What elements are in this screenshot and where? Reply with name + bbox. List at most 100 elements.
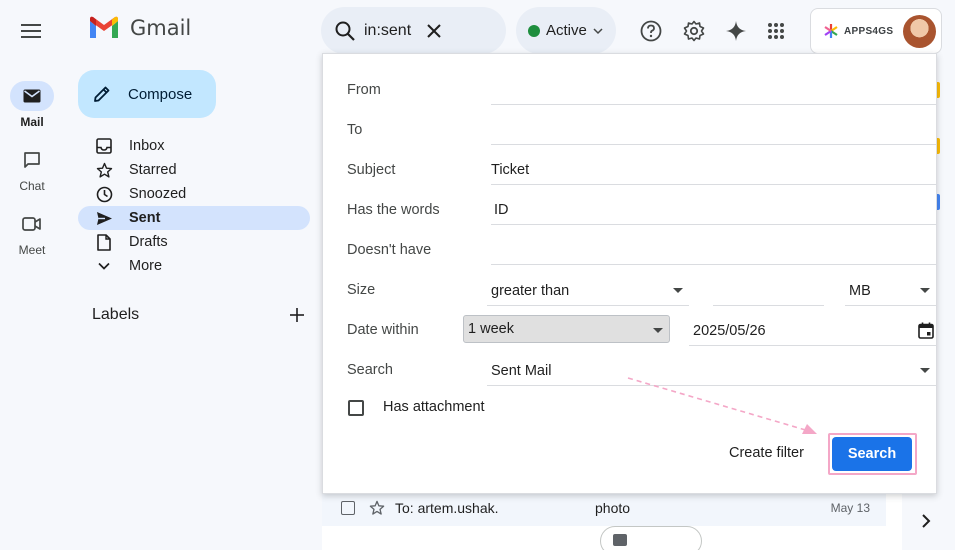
search-input[interactable]: in:sent — [364, 22, 414, 40]
account-switcher[interactable]: APPS4GS — [810, 8, 942, 54]
date-within-value: 1 week — [468, 321, 514, 337]
gmail-m-icon — [90, 16, 118, 38]
chevron-down-icon — [593, 27, 603, 34]
sidebar-item-label: Starred — [129, 162, 177, 178]
subject-field[interactable]: Subject Ticket — [347, 156, 936, 186]
has-attachment-label: Has attachment — [383, 399, 485, 415]
from-label: From — [347, 82, 381, 98]
search-in-field: Search Sent Mail — [347, 356, 936, 386]
status-dot — [528, 24, 540, 37]
to-field[interactable]: To — [347, 116, 936, 146]
rail-item-chat[interactable]: Chat — [0, 145, 64, 193]
size-unit-value: MB — [849, 282, 871, 299]
calendar-icon[interactable] — [918, 322, 934, 339]
size-label: Size — [347, 282, 376, 298]
doesnt-have-label: Doesn't have — [347, 242, 432, 258]
search-bar[interactable]: in:sent — [321, 7, 506, 54]
add-label-icon[interactable] — [290, 308, 304, 322]
to-underline — [491, 144, 936, 145]
chevron-down-icon — [94, 256, 114, 276]
table-row[interactable]: To: artem.ushak. photo May 13 — [322, 490, 886, 526]
rail-label: Chat — [19, 179, 45, 193]
avatar[interactable] — [903, 15, 936, 48]
org-brand: APPS4GS — [823, 23, 893, 39]
chat-icon — [24, 152, 40, 168]
subject-label: Subject — [347, 162, 396, 178]
send-icon — [94, 208, 114, 228]
dropdown-caret-icon — [920, 368, 930, 373]
labels-section: Labels — [92, 306, 304, 324]
mail-icon — [23, 89, 41, 103]
search-icon[interactable] — [334, 20, 356, 42]
chevron-right-icon[interactable] — [921, 514, 931, 528]
rail-label: Meet — [18, 243, 46, 257]
hamburger-icon — [21, 24, 41, 38]
support-button[interactable] — [634, 14, 668, 48]
dropdown-caret-icon — [920, 288, 930, 293]
rail-meet-pill — [10, 209, 54, 239]
sidebar-item-label: More — [129, 258, 163, 274]
settings-button[interactable] — [677, 14, 711, 48]
draft-icon — [94, 232, 114, 252]
pencil-icon — [94, 86, 110, 102]
status-label: Active — [546, 22, 587, 39]
clock-icon — [94, 184, 114, 204]
dropdown-caret-icon — [653, 328, 663, 333]
row-date: May 13 — [830, 501, 870, 515]
doesnt-have-underline — [491, 264, 936, 265]
has-attachment-checkbox[interactable] — [348, 400, 364, 416]
rail-chat-pill — [10, 145, 54, 175]
compose-button[interactable]: Compose — [78, 70, 216, 118]
rail-item-mail[interactable]: Mail — [0, 81, 64, 129]
create-filter-button[interactable]: Create filter — [729, 445, 804, 461]
date-within-select[interactable]: 1 week — [463, 315, 670, 343]
status-selector[interactable]: Active — [516, 7, 616, 54]
compose-label: Compose — [128, 85, 193, 103]
close-icon[interactable] — [426, 23, 442, 39]
apps-button[interactable] — [759, 14, 793, 48]
date-value: 2025/05/26 — [693, 322, 766, 339]
sidebar-item-label: Sent — [129, 210, 161, 226]
gmail-logo[interactable]: Gmail — [88, 16, 191, 40]
date-within-label: Date within — [347, 322, 419, 338]
has-words-label: Has the words — [347, 202, 440, 218]
has-words-field[interactable]: Has the words ID — [347, 196, 936, 226]
sidebar-item-inbox[interactable]: Inbox — [78, 134, 310, 158]
search-in-value: Sent Mail — [491, 362, 552, 379]
date-input[interactable]: 2025/05/26 — [689, 316, 936, 346]
doesnt-have-field[interactable]: Doesn't have — [347, 236, 936, 266]
sidebar-nav: Inbox Starred Snoozed Sent Drafts More — [78, 134, 310, 278]
sidebar-item-sent[interactable]: Sent — [78, 206, 310, 230]
size-value-input[interactable] — [713, 276, 824, 306]
gear-icon — [683, 20, 705, 42]
search-in-select[interactable]: Sent Mail — [487, 356, 936, 386]
row-sender: To: artem.ushak. — [395, 500, 499, 516]
help-icon — [640, 20, 662, 42]
rail-item-meet[interactable]: Meet — [0, 209, 64, 257]
main-menu-button[interactable] — [14, 14, 48, 48]
attachment-chip[interactable] — [600, 526, 702, 550]
sparkle-icon — [726, 21, 746, 41]
subject-input[interactable]: Ticket — [491, 162, 529, 178]
sidebar-item-starred[interactable]: Starred — [78, 158, 310, 182]
sidebar-item-drafts[interactable]: Drafts — [78, 230, 310, 254]
gemini-button[interactable] — [719, 14, 753, 48]
size-unit-select[interactable]: MB — [845, 276, 936, 306]
size-operator-select[interactable]: greater than — [487, 276, 689, 306]
advanced-search-panel: From To Subject Ticket Has the words ID … — [322, 53, 937, 494]
has-words-underline — [491, 224, 936, 225]
has-words-input[interactable]: ID — [494, 202, 509, 218]
app-rail: Mail Chat Meet — [0, 62, 66, 550]
video-icon — [22, 217, 41, 231]
sidebar-item-more[interactable]: More — [78, 254, 310, 278]
row-checkbox[interactable] — [341, 501, 355, 515]
star-icon[interactable] — [369, 500, 385, 516]
sidebar-item-label: Snoozed — [129, 186, 187, 202]
to-label: To — [347, 122, 363, 138]
app-name: Gmail — [130, 16, 192, 40]
sidebar-item-snoozed[interactable]: Snoozed — [78, 182, 310, 206]
labels-heading: Labels — [92, 306, 140, 323]
from-field[interactable]: From — [347, 76, 936, 106]
from-underline — [491, 104, 936, 105]
search-button[interactable]: Search — [832, 437, 912, 471]
